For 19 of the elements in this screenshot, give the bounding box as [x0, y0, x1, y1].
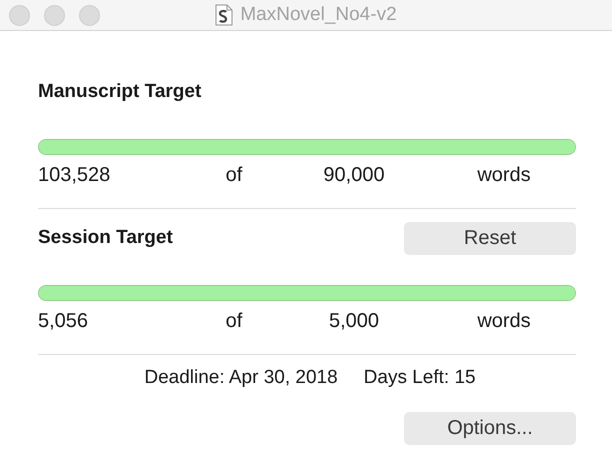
section-heading: Session Target [38, 227, 173, 249]
word-count: 103,528 [38, 164, 110, 186]
minimize-button[interactable] [44, 4, 65, 26]
unit-label: words [477, 310, 531, 332]
days-left-text: Days Left: 15 [364, 367, 476, 389]
zoom-button[interactable] [79, 4, 100, 26]
reset-button[interactable]: Reset [404, 222, 576, 254]
options-button[interactable]: Options... [404, 412, 576, 445]
target-count: 90,000 [323, 164, 385, 186]
unit-label: words [477, 164, 531, 186]
deadline-text: Deadline: Apr 30, 2018 [144, 367, 338, 389]
section-heading: Manuscript Target [38, 81, 202, 103]
close-button[interactable] [9, 4, 30, 26]
word-count: 5,056 [38, 310, 88, 332]
window-title: MaxNovel_No4-v2 [240, 4, 397, 26]
of-label: of [226, 310, 242, 332]
target-count: 5,000 [328, 310, 380, 332]
of-label: of [226, 164, 242, 186]
document-icon [215, 4, 234, 26]
